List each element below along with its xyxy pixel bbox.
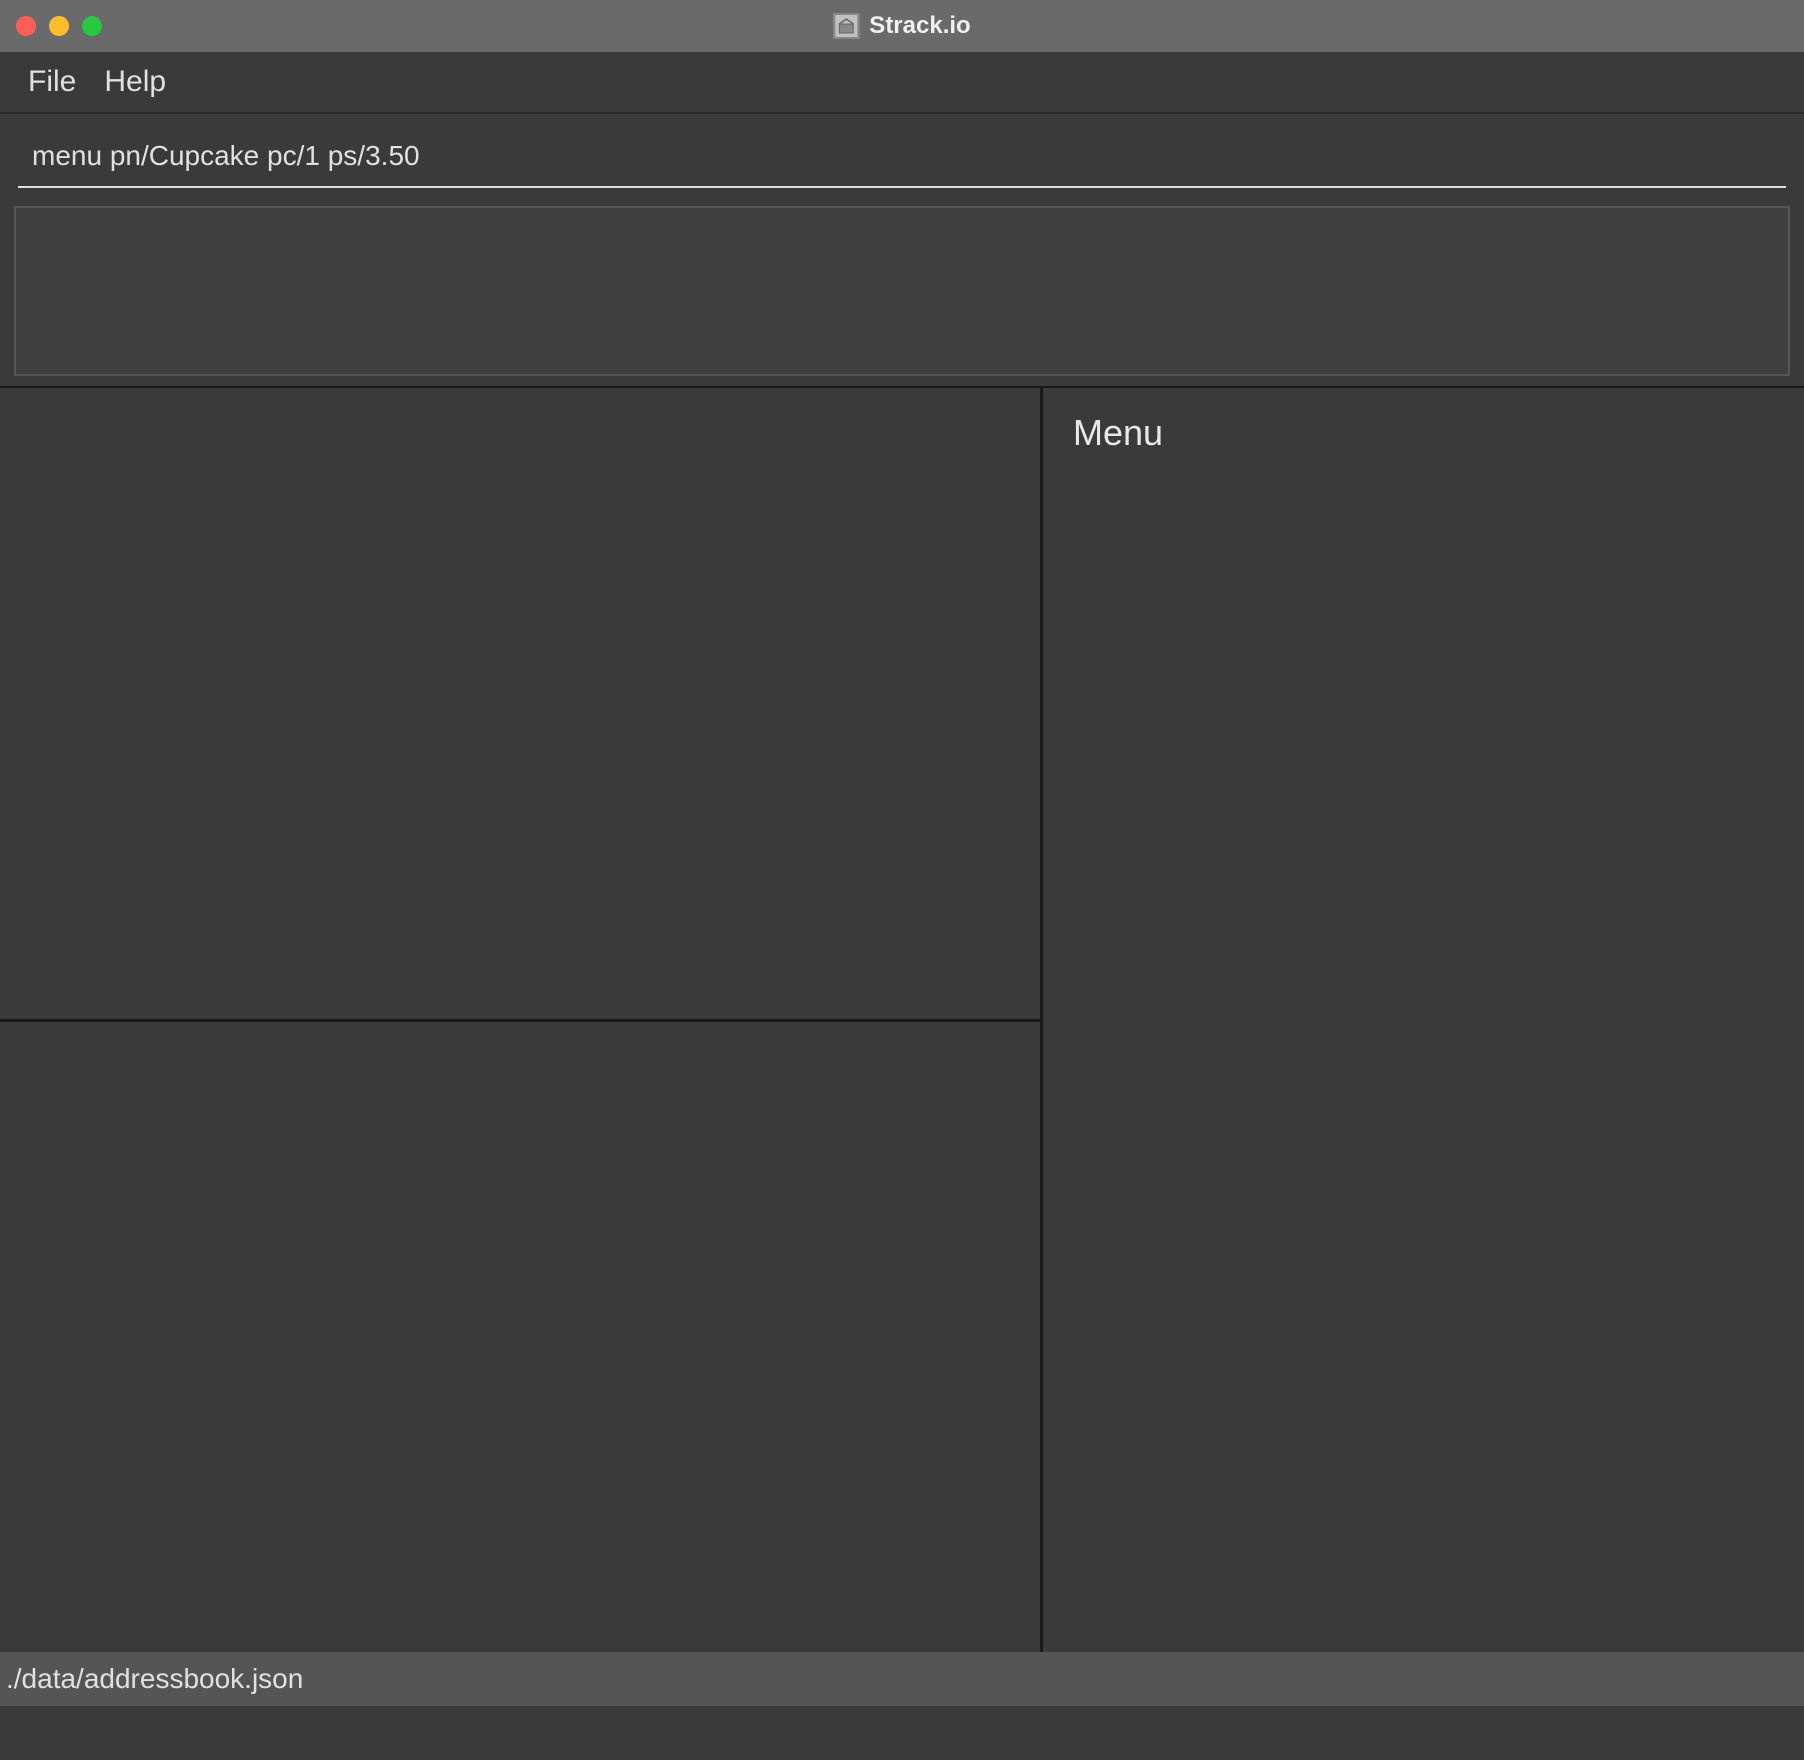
menu-heading: Menu [1073, 412, 1774, 454]
main-content: Menu [0, 386, 1804, 1652]
titlebar: Strack.io [0, 0, 1804, 52]
left-column [0, 388, 1040, 1652]
left-top-panel [0, 388, 1040, 1022]
statusbar: ./data/addressbook.json [0, 1652, 1804, 1706]
app-icon [833, 13, 859, 39]
menubar: File Help [0, 52, 1804, 114]
command-bar [0, 114, 1804, 206]
command-input[interactable] [18, 128, 1786, 188]
window-title-text: Strack.io [869, 12, 970, 40]
maximize-window-button[interactable] [82, 16, 102, 36]
window-title: Strack.io [833, 12, 970, 40]
menu-file[interactable]: File [28, 65, 76, 99]
left-bottom-panel [0, 1022, 1040, 1653]
menu-help[interactable]: Help [104, 65, 166, 99]
minimize-window-button[interactable] [49, 16, 69, 36]
output-box [14, 206, 1790, 376]
output-area [0, 206, 1804, 386]
right-column: Menu [1040, 388, 1804, 1652]
window-controls [16, 16, 102, 36]
status-path: ./data/addressbook.json [6, 1663, 303, 1695]
close-window-button[interactable] [16, 16, 36, 36]
